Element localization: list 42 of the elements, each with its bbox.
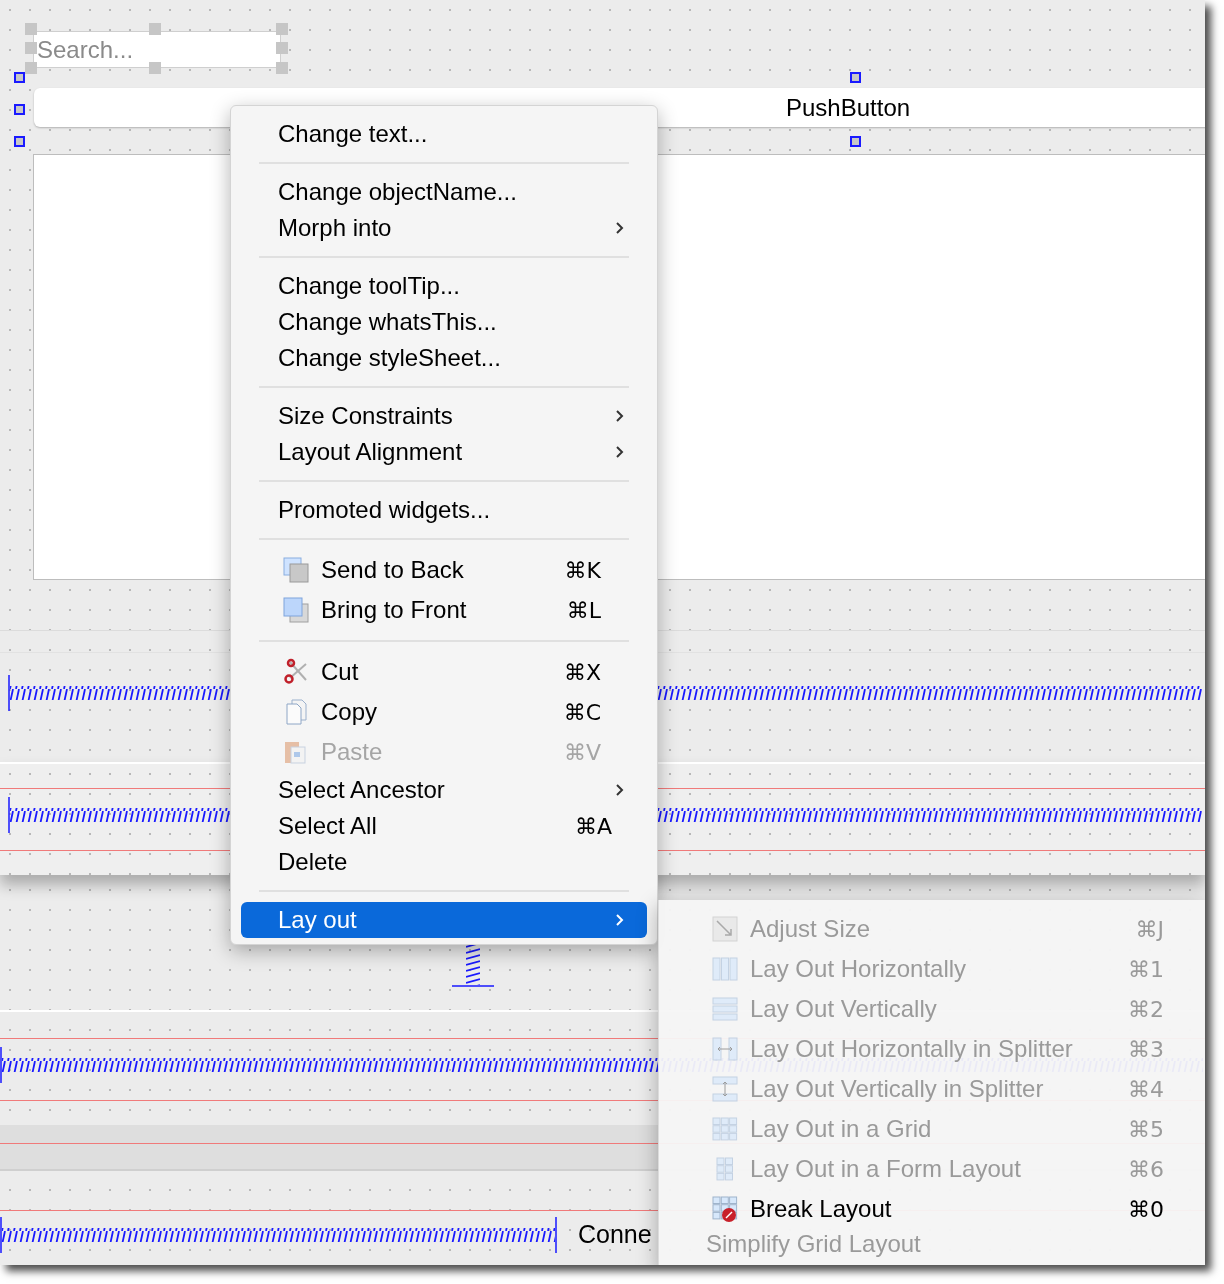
columns-icon [711, 955, 739, 983]
grid-icon [711, 1115, 739, 1143]
selection-handle[interactable] [14, 104, 25, 115]
menu-item[interactable]: Morph into [241, 210, 647, 246]
selection-handle[interactable] [14, 72, 25, 83]
grid-stop-icon [711, 1195, 739, 1223]
overlapping-squares-icon [282, 556, 310, 584]
resize-handle[interactable] [276, 62, 288, 74]
menu-item[interactable]: Promoted widgets... [241, 492, 647, 528]
menu-item[interactable]: Bring to Front ⌘L [241, 590, 647, 630]
menu-item[interactable]: Copy ⌘C [241, 692, 647, 732]
menu-item[interactable]: Cut ⌘X [241, 652, 647, 692]
scissors-icon [282, 658, 310, 686]
menu-item[interactable]: Send to Back ⌘K [241, 550, 647, 590]
menu-item[interactable]: Change toolTip... [241, 268, 647, 304]
resize-handle[interactable] [276, 42, 288, 54]
overlapping-squares-icon [282, 596, 310, 624]
menu-item[interactable]: Lay out [241, 902, 647, 938]
menu-item[interactable]: Size Constraints [241, 398, 647, 434]
resize-handle[interactable] [276, 23, 288, 35]
menu-item[interactable]: Layout Alignment [241, 434, 647, 470]
menu-item[interactable]: Change styleSheet... [241, 340, 647, 376]
menu-item[interactable]: Break Layout ⌘0 [659, 1189, 1205, 1229]
menu-item[interactable]: Change whatsThis... [241, 304, 647, 340]
resize-handle[interactable] [149, 62, 161, 74]
menu-item[interactable]: Change objectName... [241, 174, 647, 210]
selection-handle[interactable] [850, 72, 861, 83]
columns-arrows-icon [711, 1035, 739, 1063]
menu-item[interactable]: Select All ⌘A [241, 808, 647, 844]
resize-handle[interactable] [25, 42, 37, 54]
menu-item[interactable]: Select Ancestor [241, 772, 647, 808]
resize-handle[interactable] [149, 23, 161, 35]
status-label: Conne [578, 1222, 652, 1247]
menu-item[interactable]: Delete [241, 844, 647, 880]
resize-handle[interactable] [25, 62, 37, 74]
rows-icon [711, 995, 739, 1023]
rows-arrows-icon [711, 1075, 739, 1103]
search-field[interactable]: Search... [33, 31, 281, 68]
selection-handle[interactable] [14, 136, 25, 147]
resize-handle[interactable] [25, 23, 37, 35]
menu-item[interactable]: Change text... [241, 116, 647, 152]
selection-handle[interactable] [850, 136, 861, 147]
